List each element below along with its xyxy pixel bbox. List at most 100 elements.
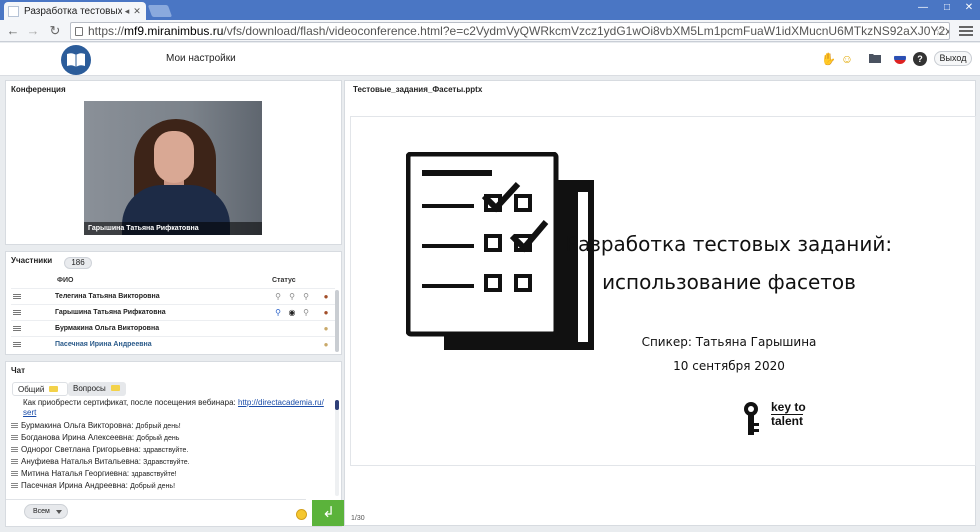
speaker-video[interactable]: Гарышина Татьяна Рифкатовна bbox=[84, 101, 262, 235]
chat-tab-questions[interactable]: Вопросы bbox=[68, 382, 126, 396]
flag-glyph bbox=[894, 52, 906, 64]
participant-name: Пасечная Ирина Андреевна bbox=[55, 341, 152, 348]
drag-handle-icon[interactable] bbox=[11, 422, 18, 429]
chat-tab-general[interactable]: Общий bbox=[12, 382, 68, 396]
exit-button[interactable]: Выход bbox=[934, 51, 972, 66]
chevron-down-icon bbox=[56, 510, 62, 514]
url-host: mf9.miranimbus.ru bbox=[124, 24, 224, 38]
message-author: Однорог Светлана Григорьевна: bbox=[21, 445, 141, 454]
chat-scrollbar-track[interactable] bbox=[335, 400, 339, 496]
drag-handle-icon[interactable] bbox=[13, 294, 21, 300]
folder-icon[interactable] bbox=[868, 52, 882, 66]
user-avatar-icon: ● bbox=[323, 308, 329, 317]
column-header-name: ФИО bbox=[57, 277, 74, 284]
screen-icon[interactable]: ⚲ bbox=[301, 292, 311, 302]
participant-name: Бурмакина Ольга Викторовна bbox=[55, 325, 160, 332]
mic-off-icon[interactable]: ⚲ bbox=[273, 292, 283, 302]
drag-handle-icon[interactable] bbox=[11, 458, 18, 465]
participant-row[interactable]: Телегина Татьяна Викторовна ⚲ ⚲ ⚲ ● bbox=[11, 288, 335, 304]
participant-count-badge: 186 bbox=[64, 257, 92, 269]
message-author: Богданова Ирина Алексеевна: bbox=[21, 433, 135, 442]
participants-title: Участники bbox=[11, 256, 53, 265]
drag-handle-icon[interactable] bbox=[11, 482, 18, 489]
message-author: Пасечная Ирина Андреевна: bbox=[21, 481, 128, 490]
brand-logo-text: key to talent bbox=[771, 401, 806, 428]
minimize-button[interactable]: — bbox=[912, 2, 934, 16]
chat-divider bbox=[6, 499, 306, 500]
chat-scrollbar-thumb[interactable] bbox=[335, 400, 339, 410]
mic-on-icon[interactable]: ⚲ bbox=[273, 308, 283, 318]
chat-tab-questions-label: Вопросы bbox=[73, 384, 106, 393]
send-button[interactable]: ↲ bbox=[312, 500, 345, 526]
speaker-face bbox=[154, 131, 194, 183]
drag-handle-icon[interactable] bbox=[11, 446, 18, 453]
camera-off-icon[interactable]: ⚲ bbox=[287, 292, 297, 302]
participant-name: Телегина Татьяна Викторовна bbox=[55, 293, 160, 300]
browser-tabstrip: Разработка тестовых з ◂ ✕ — □ ✕ bbox=[0, 0, 980, 20]
chat-panel: Чат Общий Вопросы Как приобрести сертифи… bbox=[5, 361, 345, 527]
message-author: Ануфиева Наталья Витальевна: bbox=[21, 457, 141, 466]
pinned-message-cont: sert bbox=[23, 408, 337, 417]
app-header: Мои настройки ✋ ☺ ? Выход bbox=[0, 43, 980, 76]
url-scheme: https:// bbox=[88, 24, 125, 38]
reload-button[interactable]: ↻ bbox=[46, 23, 64, 39]
close-tab-icon[interactable]: ✕ bbox=[132, 6, 142, 17]
maximize-button[interactable]: □ bbox=[936, 2, 958, 16]
camera-on-icon[interactable]: ◉ bbox=[287, 308, 297, 318]
key-icon bbox=[744, 402, 759, 435]
browser-tab[interactable]: Разработка тестовых з ◂ ✕ bbox=[4, 2, 146, 20]
participants-panel: Участники 186 ФИО Статус Телегина Татьян… bbox=[5, 251, 342, 355]
message-text: Добрый день! bbox=[135, 423, 181, 430]
screen-icon[interactable]: ⚲ bbox=[301, 308, 311, 318]
participant-row[interactable]: Гарышина Татьяна Рифкатовна ⚲ ◉ ⚲ ● bbox=[11, 304, 335, 320]
help-icon[interactable]: ? bbox=[913, 52, 927, 66]
certificate-link-cont[interactable]: sert bbox=[23, 408, 36, 417]
certificate-link[interactable]: http://directacademia.ru/ bbox=[238, 398, 324, 407]
chat-title: Чат bbox=[11, 366, 25, 375]
forward-button[interactable]: → bbox=[24, 23, 42, 39]
user-avatar-icon: ● bbox=[323, 340, 329, 349]
slide-title-line1: Разработка тестовых заданий: bbox=[565, 232, 893, 256]
drag-handle-icon[interactable] bbox=[11, 434, 18, 441]
chat-messages[interactable]: Как приобрести сертификат, после посещен… bbox=[11, 398, 337, 494]
chat-message: Ануфиева Наталья Витальевна: Здравствуйт… bbox=[11, 457, 337, 466]
conference-title: Конференция bbox=[11, 85, 66, 94]
message-author: Бурмакина Ольга Викторовна: bbox=[21, 421, 134, 430]
emoji-icon[interactable]: ☺ bbox=[840, 52, 854, 66]
envelope-icon bbox=[110, 385, 120, 391]
my-settings-link[interactable]: Мои настройки bbox=[166, 53, 236, 64]
address-bar[interactable]: https://mf9.miranimbus.ru/vfs/download/f… bbox=[70, 22, 950, 40]
browser-menu-icon[interactable] bbox=[958, 24, 974, 38]
emoji-picker-icon[interactable] bbox=[296, 509, 307, 520]
drag-handle-icon[interactable] bbox=[11, 470, 18, 477]
back-button[interactable]: ← bbox=[4, 23, 22, 39]
chat-tab-general-label: Общий bbox=[18, 385, 45, 394]
participants-scrollbar[interactable] bbox=[335, 290, 339, 352]
russian-flag-icon[interactable] bbox=[893, 52, 907, 66]
message-text: здравствуйте! bbox=[131, 471, 177, 478]
drag-handle-icon[interactable] bbox=[13, 326, 21, 332]
chat-message: Митина Наталья Георгиевна: здравствуйте! bbox=[11, 469, 337, 478]
drag-handle-icon[interactable] bbox=[13, 310, 21, 316]
envelope-icon bbox=[49, 386, 59, 392]
participant-row[interactable]: Бурмакина Ольга Викторовна ● bbox=[11, 320, 335, 336]
participant-row[interactable]: Пасечная Ирина Андреевна ● bbox=[11, 336, 335, 352]
drag-handle-icon[interactable] bbox=[13, 342, 21, 348]
raise-hand-icon[interactable]: ✋ bbox=[821, 52, 836, 66]
page-favicon bbox=[8, 5, 19, 17]
recipient-select[interactable]: Всем bbox=[24, 504, 68, 519]
bookmark-star-icon[interactable]: ☆ bbox=[934, 23, 946, 39]
column-header-status: Статус bbox=[272, 277, 296, 284]
close-window-button[interactable]: ✕ bbox=[958, 2, 980, 16]
chat-message: Богданова Ирина Алексеевна: Добрый день bbox=[11, 433, 337, 442]
user-avatar-icon: ● bbox=[323, 292, 329, 301]
slide[interactable]: Разработка тестовых заданий: использован… bbox=[350, 116, 976, 466]
chat-message: Бурмакина Ольга Викторовна: Добрый день! bbox=[11, 421, 337, 430]
new-tab-button[interactable] bbox=[147, 5, 173, 17]
brand-line2: talent bbox=[771, 414, 804, 428]
book-logo-glyph bbox=[67, 53, 85, 67]
slide-page-indicator: 1/30 bbox=[351, 515, 365, 522]
book-logo-icon[interactable] bbox=[61, 45, 91, 75]
message-text: здравствуйте. bbox=[143, 447, 189, 454]
folder-glyph bbox=[869, 54, 881, 63]
